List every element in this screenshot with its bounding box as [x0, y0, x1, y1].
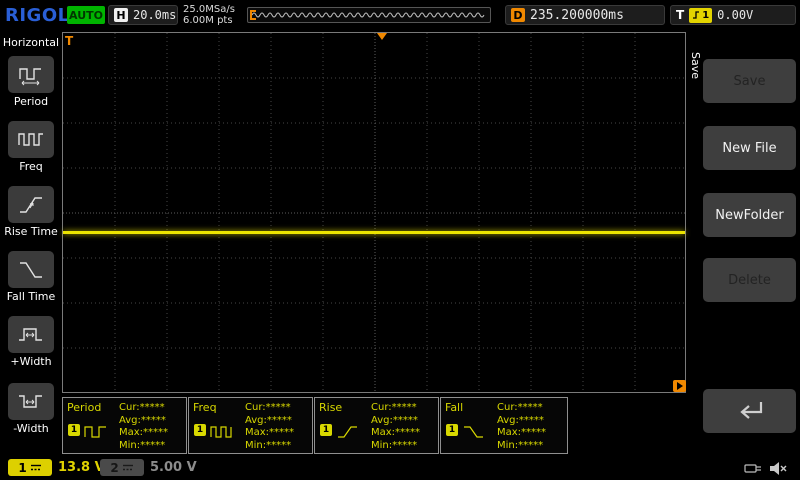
period-label: Period [0, 95, 62, 108]
horizontal-key-label: H [114, 8, 128, 22]
menu-item-rise-time[interactable]: Rise Time [0, 186, 62, 238]
rise-time-button[interactable] [8, 186, 54, 223]
channel1-scale: 13.8 V [58, 460, 105, 475]
return-button[interactable] [703, 389, 796, 433]
trigger-position-marker-icon [377, 33, 387, 40]
channel1-trace [63, 231, 685, 234]
rise-waveform-icon [336, 424, 360, 440]
usb-icon [744, 461, 764, 476]
minus-width-label: -Width [0, 422, 62, 435]
measurement-freq: Freq 1 Cur:***** Avg:***** Max:***** Min… [188, 397, 313, 454]
period-waveform-icon [84, 424, 108, 440]
left-menu-title: Horizontal [0, 36, 62, 49]
plus-width-icon [17, 324, 45, 346]
measurement-name: Freq [193, 401, 217, 414]
plus-width-button[interactable] [8, 316, 54, 353]
measurement-rise: Rise 1 Cur:***** Avg:***** Max:***** Min… [314, 397, 439, 454]
measurement-name: Period [67, 401, 101, 414]
menu-item-period[interactable]: Period [0, 56, 62, 108]
menu-item-minus-width[interactable]: -Width [0, 383, 62, 435]
trigger-source-number: 1 [702, 10, 709, 21]
fall-time-button[interactable] [8, 251, 54, 288]
rise-time-label: Rise Time [0, 225, 62, 238]
rigol-logo: RIGOL [5, 5, 70, 26]
trigger-source-badge: 1 [689, 8, 712, 23]
grid-lines [63, 33, 685, 392]
period-button[interactable] [8, 56, 54, 93]
dc-coupling-icon [30, 463, 42, 472]
measurement-values: Cur:***** Avg:***** Max:***** Min:***** [371, 402, 420, 452]
save-button[interactable]: Save [703, 59, 796, 103]
trigger-level-value: 0.00V [717, 8, 753, 22]
measurement-values: Cur:***** Avg:***** Max:***** Min:***** [245, 402, 294, 452]
delay-key-label: D [511, 8, 525, 22]
acquisition-info: 25.0MSa/s 6.00M pts [183, 4, 235, 26]
channel-badge: 1 [68, 424, 80, 436]
freq-icon [17, 129, 45, 151]
channel2-badge[interactable]: 2 [100, 459, 144, 476]
rise-time-icon [17, 194, 45, 216]
measurement-fall: Fall 1 Cur:***** Avg:***** Max:***** Min… [440, 397, 568, 454]
delete-button[interactable]: Delete [703, 258, 796, 302]
fall-time-icon [17, 259, 45, 281]
trigger-edge-icon [692, 10, 700, 20]
fall-waveform-icon [462, 424, 486, 440]
menu-item-fall-time[interactable]: Fall Time [0, 251, 62, 303]
horizontal-timebase-box[interactable]: H 20.0ms [108, 5, 178, 25]
channel1-badge[interactable]: 1 [8, 459, 52, 476]
preview-waveform-icon [248, 8, 490, 22]
channel-badge: 1 [446, 424, 458, 436]
measurement-name: Rise [319, 401, 342, 414]
sample-rate: 25.0MSa/s [183, 4, 235, 15]
period-icon [17, 64, 45, 86]
preview-cursor-icon [250, 10, 256, 20]
fall-time-label: Fall Time [0, 290, 62, 303]
freq-waveform-icon [210, 424, 234, 440]
channel1-number: 1 [18, 461, 26, 475]
oscilloscope-screen: RIGOL AUTO H 20.0ms 25.0MSa/s 6.00M pts … [0, 0, 800, 480]
measurement-values: Cur:***** Avg:***** Max:***** Min:***** [497, 402, 546, 452]
measurement-values: Cur:***** Avg:***** Max:***** Min:***** [119, 402, 168, 452]
trigger-label: T [676, 8, 684, 22]
freq-label: Freq [0, 160, 62, 173]
memory-depth: 6.00M pts [183, 15, 235, 26]
delay-marker-icon [673, 380, 686, 392]
timebase-value: 20.0ms [133, 8, 176, 22]
delay-box[interactable]: D 235.200000ms [505, 5, 665, 25]
measurement-name: Fall [445, 401, 463, 414]
graticule [62, 32, 686, 393]
new-folder-button[interactable]: NewFolder [703, 193, 796, 237]
plus-width-label: +Width [0, 355, 62, 368]
return-icon [731, 397, 769, 425]
minus-width-icon [17, 391, 45, 413]
trigger-box[interactable]: T 1 0.00V [670, 5, 796, 25]
run-status-badge: AUTO [67, 6, 105, 24]
channel-badge: 1 [194, 424, 206, 436]
channel2-scale: 5.00 V [150, 460, 197, 475]
minus-width-button[interactable] [8, 383, 54, 420]
trigger-t-marker: T [65, 34, 73, 48]
waveform-preview-bar [247, 7, 491, 23]
dc-coupling-icon [122, 463, 134, 472]
right-menu-tab: Save [689, 52, 702, 79]
channel2-number: 2 [110, 461, 118, 475]
measurement-period: Period 1 Cur:***** Avg:***** Max:***** M… [62, 397, 187, 454]
menu-item-freq[interactable]: Freq [0, 121, 62, 173]
menu-item-plus-width[interactable]: +Width [0, 316, 62, 368]
speaker-muted-icon [769, 461, 789, 476]
channel-badge: 1 [320, 424, 332, 436]
new-file-button[interactable]: New File [703, 126, 796, 170]
freq-button[interactable] [8, 121, 54, 158]
delay-value: 235.200000ms [530, 8, 624, 23]
